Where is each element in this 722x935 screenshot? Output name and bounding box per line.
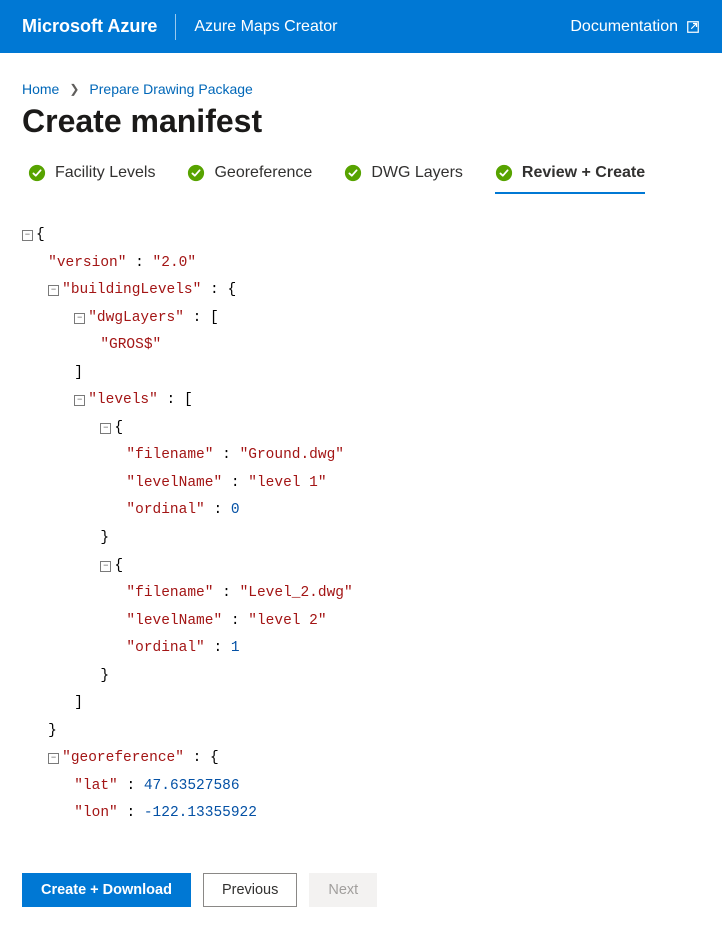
tab-review-create[interactable]: Review + Create bbox=[495, 164, 645, 194]
tab-label: Facility Levels bbox=[55, 164, 155, 182]
collapse-toggle-icon[interactable]: − bbox=[48, 285, 59, 296]
documentation-label: Documentation bbox=[570, 18, 678, 36]
create-download-button[interactable]: Create + Download bbox=[22, 873, 191, 907]
tab-facility-levels[interactable]: Facility Levels bbox=[28, 164, 155, 194]
json-line: "lat" : 47.63527586 bbox=[22, 773, 700, 801]
check-circle-icon bbox=[28, 164, 46, 182]
json-line: } bbox=[22, 663, 700, 691]
external-link-icon bbox=[686, 20, 700, 34]
json-line: ] bbox=[22, 690, 700, 718]
json-line: ] bbox=[22, 360, 700, 388]
collapse-toggle-icon[interactable]: − bbox=[74, 395, 85, 406]
json-line: "version" : "2.0" bbox=[22, 250, 700, 278]
json-line: "lon" : -122.13355922 bbox=[22, 800, 700, 828]
collapse-toggle-icon[interactable]: − bbox=[74, 313, 85, 324]
topbar-divider bbox=[175, 14, 176, 40]
json-line: "levelName" : "level 2" bbox=[22, 608, 700, 636]
collapse-toggle-icon[interactable]: − bbox=[48, 753, 59, 764]
collapse-toggle-icon[interactable]: − bbox=[100, 561, 111, 572]
check-circle-icon bbox=[187, 164, 205, 182]
json-line: −"dwgLayers" : [ bbox=[22, 305, 700, 333]
documentation-link[interactable]: Documentation bbox=[570, 18, 700, 36]
tab-label: Georeference bbox=[214, 164, 312, 182]
json-line: −"georeference" : { bbox=[22, 745, 700, 773]
json-line: "ordinal" : 0 bbox=[22, 497, 700, 525]
json-line: −{ bbox=[22, 415, 700, 443]
previous-button[interactable]: Previous bbox=[203, 873, 297, 907]
json-line: "levelName" : "level 1" bbox=[22, 470, 700, 498]
json-line: −{ bbox=[22, 222, 700, 250]
json-line: −{ bbox=[22, 553, 700, 581]
json-line: "GROS$" bbox=[22, 332, 700, 360]
check-circle-icon bbox=[344, 164, 362, 182]
json-line: "filename" : "Level_2.dwg" bbox=[22, 580, 700, 608]
page-title: Create manifest bbox=[0, 97, 722, 160]
next-button: Next bbox=[309, 873, 377, 907]
check-circle-icon bbox=[495, 164, 513, 182]
collapse-toggle-icon[interactable]: − bbox=[22, 230, 33, 241]
chevron-right-icon: ❯ bbox=[69, 82, 79, 96]
product-name[interactable]: Azure Maps Creator bbox=[194, 18, 570, 36]
tab-dwg-layers[interactable]: DWG Layers bbox=[344, 164, 463, 194]
json-line: "ordinal" : 1 bbox=[22, 635, 700, 663]
wizard-tabs: Facility Levels Georeference DWG Layers … bbox=[0, 160, 722, 200]
collapse-toggle-icon[interactable]: − bbox=[100, 423, 111, 434]
brand-name[interactable]: Microsoft Azure bbox=[22, 16, 157, 37]
breadcrumb-home[interactable]: Home bbox=[22, 81, 59, 97]
json-line: } bbox=[22, 525, 700, 553]
json-line: } bbox=[22, 718, 700, 746]
breadcrumb: Home ❯ Prepare Drawing Package bbox=[0, 53, 722, 97]
json-line: "filename" : "Ground.dwg" bbox=[22, 442, 700, 470]
topbar: Microsoft Azure Azure Maps Creator Docum… bbox=[0, 0, 722, 53]
json-line: −"levels" : [ bbox=[22, 387, 700, 415]
tab-georeference[interactable]: Georeference bbox=[187, 164, 312, 194]
tab-label: DWG Layers bbox=[371, 164, 463, 182]
footer-actions: Create + Download Previous Next bbox=[0, 856, 722, 929]
json-viewer: −{ "version" : "2.0" −"buildingLevels" :… bbox=[0, 200, 722, 848]
json-line: −"buildingLevels" : { bbox=[22, 277, 700, 305]
tab-label: Review + Create bbox=[522, 164, 645, 182]
breadcrumb-current[interactable]: Prepare Drawing Package bbox=[89, 81, 252, 97]
